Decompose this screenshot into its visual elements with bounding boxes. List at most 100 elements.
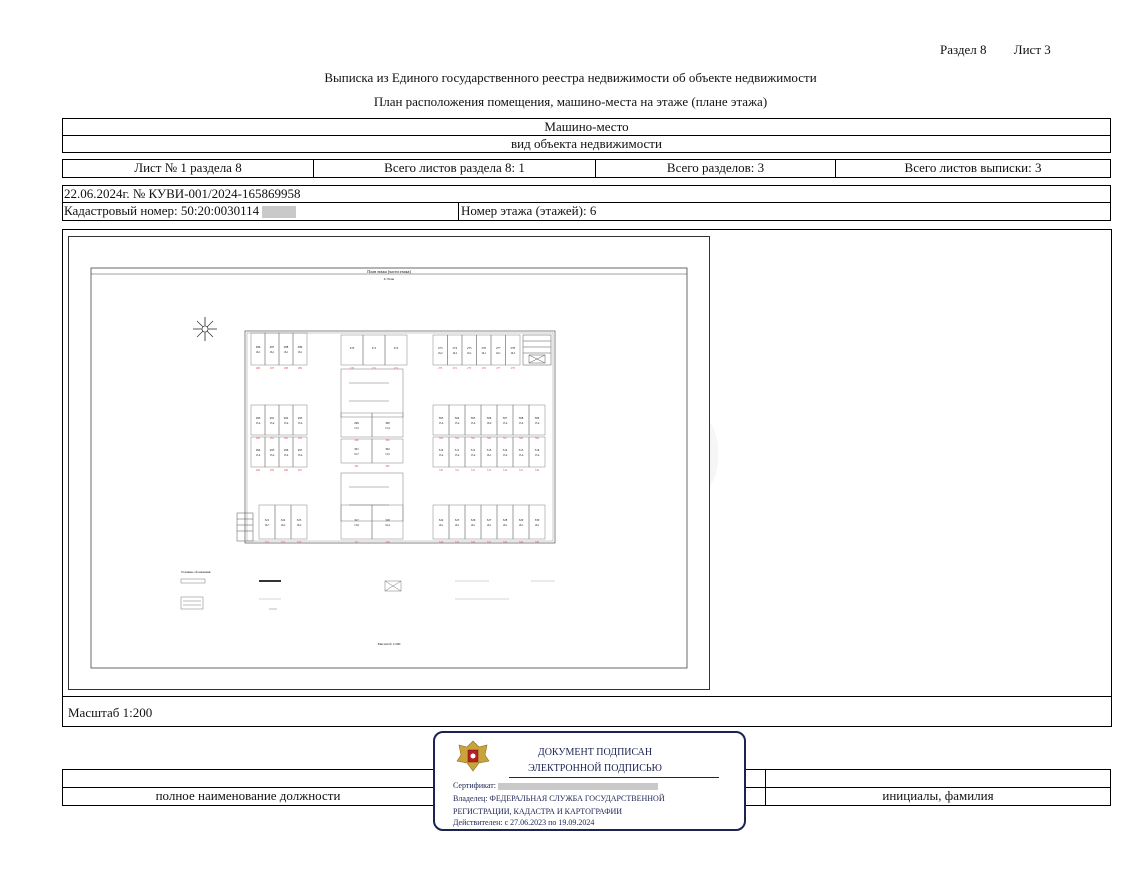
space-number: 270 bbox=[350, 346, 355, 350]
space-mark: 310 bbox=[439, 469, 444, 472]
space-mark: 299 bbox=[355, 439, 360, 442]
parking-space-top-right bbox=[447, 334, 463, 366]
space-area: 13,4 bbox=[298, 422, 303, 425]
space-area: 13,4 bbox=[270, 422, 275, 425]
space-mark: 290 bbox=[256, 437, 261, 440]
space-area: 13,4 bbox=[284, 422, 289, 425]
plan-floor-label: 6 Этаж bbox=[384, 277, 395, 281]
space-mark: 304 bbox=[455, 437, 460, 440]
parking-space-mid-center bbox=[371, 412, 404, 438]
space-area: 16,2 bbox=[281, 524, 286, 527]
space-mark: 287 bbox=[270, 367, 275, 370]
space-number: 318 bbox=[385, 518, 390, 522]
space-mark: 276 bbox=[482, 367, 487, 370]
space-number: 287 bbox=[270, 345, 275, 349]
space-mark: 323 bbox=[297, 541, 302, 544]
cadastral-row: Кадастровый номер: 50:20:0030114 Номер э… bbox=[62, 202, 1111, 221]
space-mark: 321 bbox=[265, 541, 270, 544]
e-signature-stamp: ДОКУМЕНТ ПОДПИСАН ЭЛЕКТРОННОЙ ПОДПИСЬЮ С… bbox=[433, 731, 746, 831]
space-mark: 273 bbox=[438, 367, 443, 370]
parking-space-low-left bbox=[278, 436, 294, 468]
space-number: 313 bbox=[487, 448, 492, 452]
parking-space-mid-right bbox=[496, 404, 514, 436]
space-mark: 297 bbox=[298, 469, 303, 472]
space-number: 310 bbox=[439, 448, 444, 452]
parking-space-top-mid bbox=[362, 334, 386, 366]
space-mark: 329 bbox=[519, 541, 524, 544]
space-area: 16,1 bbox=[298, 351, 303, 354]
parking-space-bottom-right bbox=[528, 504, 546, 540]
compass-icon bbox=[193, 317, 217, 341]
space-mark: 316 bbox=[535, 469, 540, 472]
total-section-sheets: Всего листов раздела 8: 1 bbox=[314, 160, 596, 177]
parking-space-low-right bbox=[528, 436, 546, 468]
parking-space-mid-left bbox=[292, 404, 308, 436]
space-number: 329 bbox=[519, 518, 524, 522]
stamp-cert: Сертификат: bbox=[453, 781, 658, 790]
space-area: 13,4 bbox=[298, 454, 303, 457]
space-number: 314 bbox=[503, 448, 508, 452]
space-area: 13,4 bbox=[284, 454, 289, 457]
space-number: 325 bbox=[455, 518, 460, 522]
space-mark: 295 bbox=[270, 469, 275, 472]
plan-inner-border bbox=[90, 267, 688, 669]
sig-cell-1 bbox=[63, 770, 434, 787]
parking-space-mid-center-2 bbox=[340, 438, 373, 464]
space-mark: 326 bbox=[471, 541, 476, 544]
space-number: 293 bbox=[298, 416, 303, 420]
space-number: 271 bbox=[372, 346, 377, 350]
space-area: 13,5 bbox=[385, 453, 390, 456]
space-mark: 311 bbox=[455, 469, 459, 472]
space-mark: 300 bbox=[386, 439, 391, 442]
space-area: 15,4 bbox=[519, 454, 524, 457]
space-number: 296 bbox=[284, 448, 289, 452]
space-number: 311 bbox=[455, 448, 460, 452]
space-mark: 325 bbox=[455, 541, 460, 544]
parking-space-bottom-left bbox=[290, 504, 308, 540]
space-area: 16,2 bbox=[438, 352, 443, 355]
parking-space-low-right bbox=[432, 436, 450, 468]
space-area: 15,4 bbox=[471, 454, 476, 457]
parking-space-mid-left bbox=[278, 404, 294, 436]
record-date-number: 22.06.2024г. № КУВИ-001/2024-165869958 bbox=[64, 186, 301, 201]
parking-space-low-right bbox=[448, 436, 466, 468]
space-mark: 312 bbox=[471, 469, 476, 472]
parking-space-top-left bbox=[264, 332, 280, 366]
space-mark: 315 bbox=[519, 469, 524, 472]
space-number: 276 bbox=[482, 346, 487, 350]
parking-space-low-right bbox=[496, 436, 514, 468]
space-mark: 307 bbox=[503, 437, 508, 440]
total-extract-sheets: Всего листов выписки: 3 bbox=[904, 160, 1042, 175]
parking-space-top-right bbox=[476, 334, 492, 366]
space-mark: 308 bbox=[519, 437, 524, 440]
sig-cell-3 bbox=[766, 770, 1110, 787]
total-sections: Всего разделов: 3 bbox=[596, 160, 836, 177]
space-number: 299 bbox=[354, 421, 359, 425]
stamp-line-2: ЭЛЕКТРОННОЙ ПОДПИСЬЮ bbox=[528, 763, 662, 774]
parking-space-low-right bbox=[480, 436, 498, 468]
space-area: 15,4 bbox=[503, 422, 508, 425]
space-area: 16,1 bbox=[256, 351, 261, 354]
parking-space-bottom-right bbox=[464, 504, 482, 540]
space-number: 300 bbox=[385, 421, 390, 425]
space-area: 16,1 bbox=[503, 524, 508, 527]
space-number: 316 bbox=[535, 448, 540, 452]
space-area: 16,1 bbox=[471, 524, 476, 527]
floor-plan-drawing: План этажа (части этажа) 6 Этаж 28616,12… bbox=[90, 267, 688, 669]
space-mark: 302 bbox=[386, 465, 391, 468]
parking-space-mid-right bbox=[512, 404, 530, 436]
space-number: 304 bbox=[455, 416, 460, 420]
space-area: 15,4 bbox=[535, 422, 540, 425]
space-area: 13,4 bbox=[256, 454, 261, 457]
space-area: 16,1 bbox=[519, 524, 524, 527]
coat-of-arms-icon bbox=[456, 740, 490, 772]
space-area: 15,4 bbox=[455, 454, 460, 457]
space-number: 277 bbox=[496, 346, 501, 350]
stamp-owner: Владелец: ФЕДЕРАЛЬНАЯ СЛУЖБА ГОСУДАРСТВЕ… bbox=[453, 794, 665, 803]
space-area: 15,4 bbox=[519, 422, 524, 425]
space-mark: 327 bbox=[487, 541, 492, 544]
parking-space-mid-center-2 bbox=[371, 438, 404, 464]
space-mark: 317 bbox=[355, 541, 360, 544]
object-caption: вид объекта недвижимости bbox=[511, 136, 662, 151]
space-number: 303 bbox=[439, 416, 444, 420]
